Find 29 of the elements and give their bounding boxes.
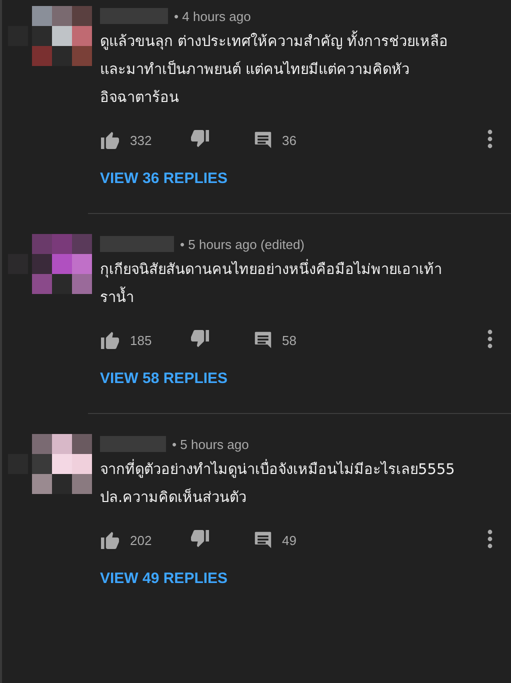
- thumbs-up-icon[interactable]: [100, 131, 120, 149]
- thumbs-up-icon[interactable]: [100, 331, 120, 349]
- comment-text: กุเกียจนิสัยสันดานคนไทยอย่างหนึ่งคือมือไม่พายเอาเท้า ราน้ำ: [100, 256, 497, 312]
- comment-icon[interactable]: [254, 531, 272, 549]
- like-count: 202: [130, 532, 152, 548]
- comment-icon[interactable]: [254, 331, 272, 349]
- more-options-icon[interactable]: [487, 528, 493, 548]
- view-replies-link[interactable]: VIEW 58 REPLIES: [100, 370, 228, 387]
- reply-count: 58: [282, 332, 296, 348]
- comment-icon[interactable]: [254, 131, 272, 149]
- comment-text: จากที่ดูตัวอย่างทำไมดูน่าเบื่อจังเหมือนไม่มีอะไรเลย5555 ปล.ความคิดเห็นส่วนตัว: [100, 456, 497, 512]
- more-options-icon[interactable]: [487, 328, 493, 348]
- reply-count: 49: [282, 532, 296, 548]
- like-count: 185: [130, 332, 152, 348]
- view-replies-link[interactable]: VIEW 49 REPLIES: [100, 570, 228, 587]
- thumbs-up-icon[interactable]: [100, 531, 120, 549]
- comment-time: • 4 hours ago: [174, 8, 251, 24]
- thumbs-down-icon[interactable]: [190, 330, 210, 348]
- censor-block: [100, 436, 166, 452]
- reply-count: 36: [282, 132, 296, 148]
- like-count: 332: [130, 132, 152, 148]
- censor-block: [100, 8, 168, 24]
- more-options-icon[interactable]: [487, 128, 493, 148]
- comment-time: • 5 hours ago (edited): [180, 236, 305, 252]
- comment-time: • 5 hours ago: [172, 436, 249, 452]
- comment-text: ดูแล้วขนลุก ต่างประเทศให้ความสำคัญ ทั้งการช่วยเหลือ และมาทำเป็นภาพยนต์ แต่คนไทยมีแต่ความคิดหัว อิจฉาตาร้อน: [100, 28, 497, 112]
- view-replies-link[interactable]: VIEW 36 REPLIES: [100, 170, 228, 187]
- thumbs-down-icon[interactable]: [190, 530, 210, 548]
- thumbs-down-icon[interactable]: [190, 130, 210, 148]
